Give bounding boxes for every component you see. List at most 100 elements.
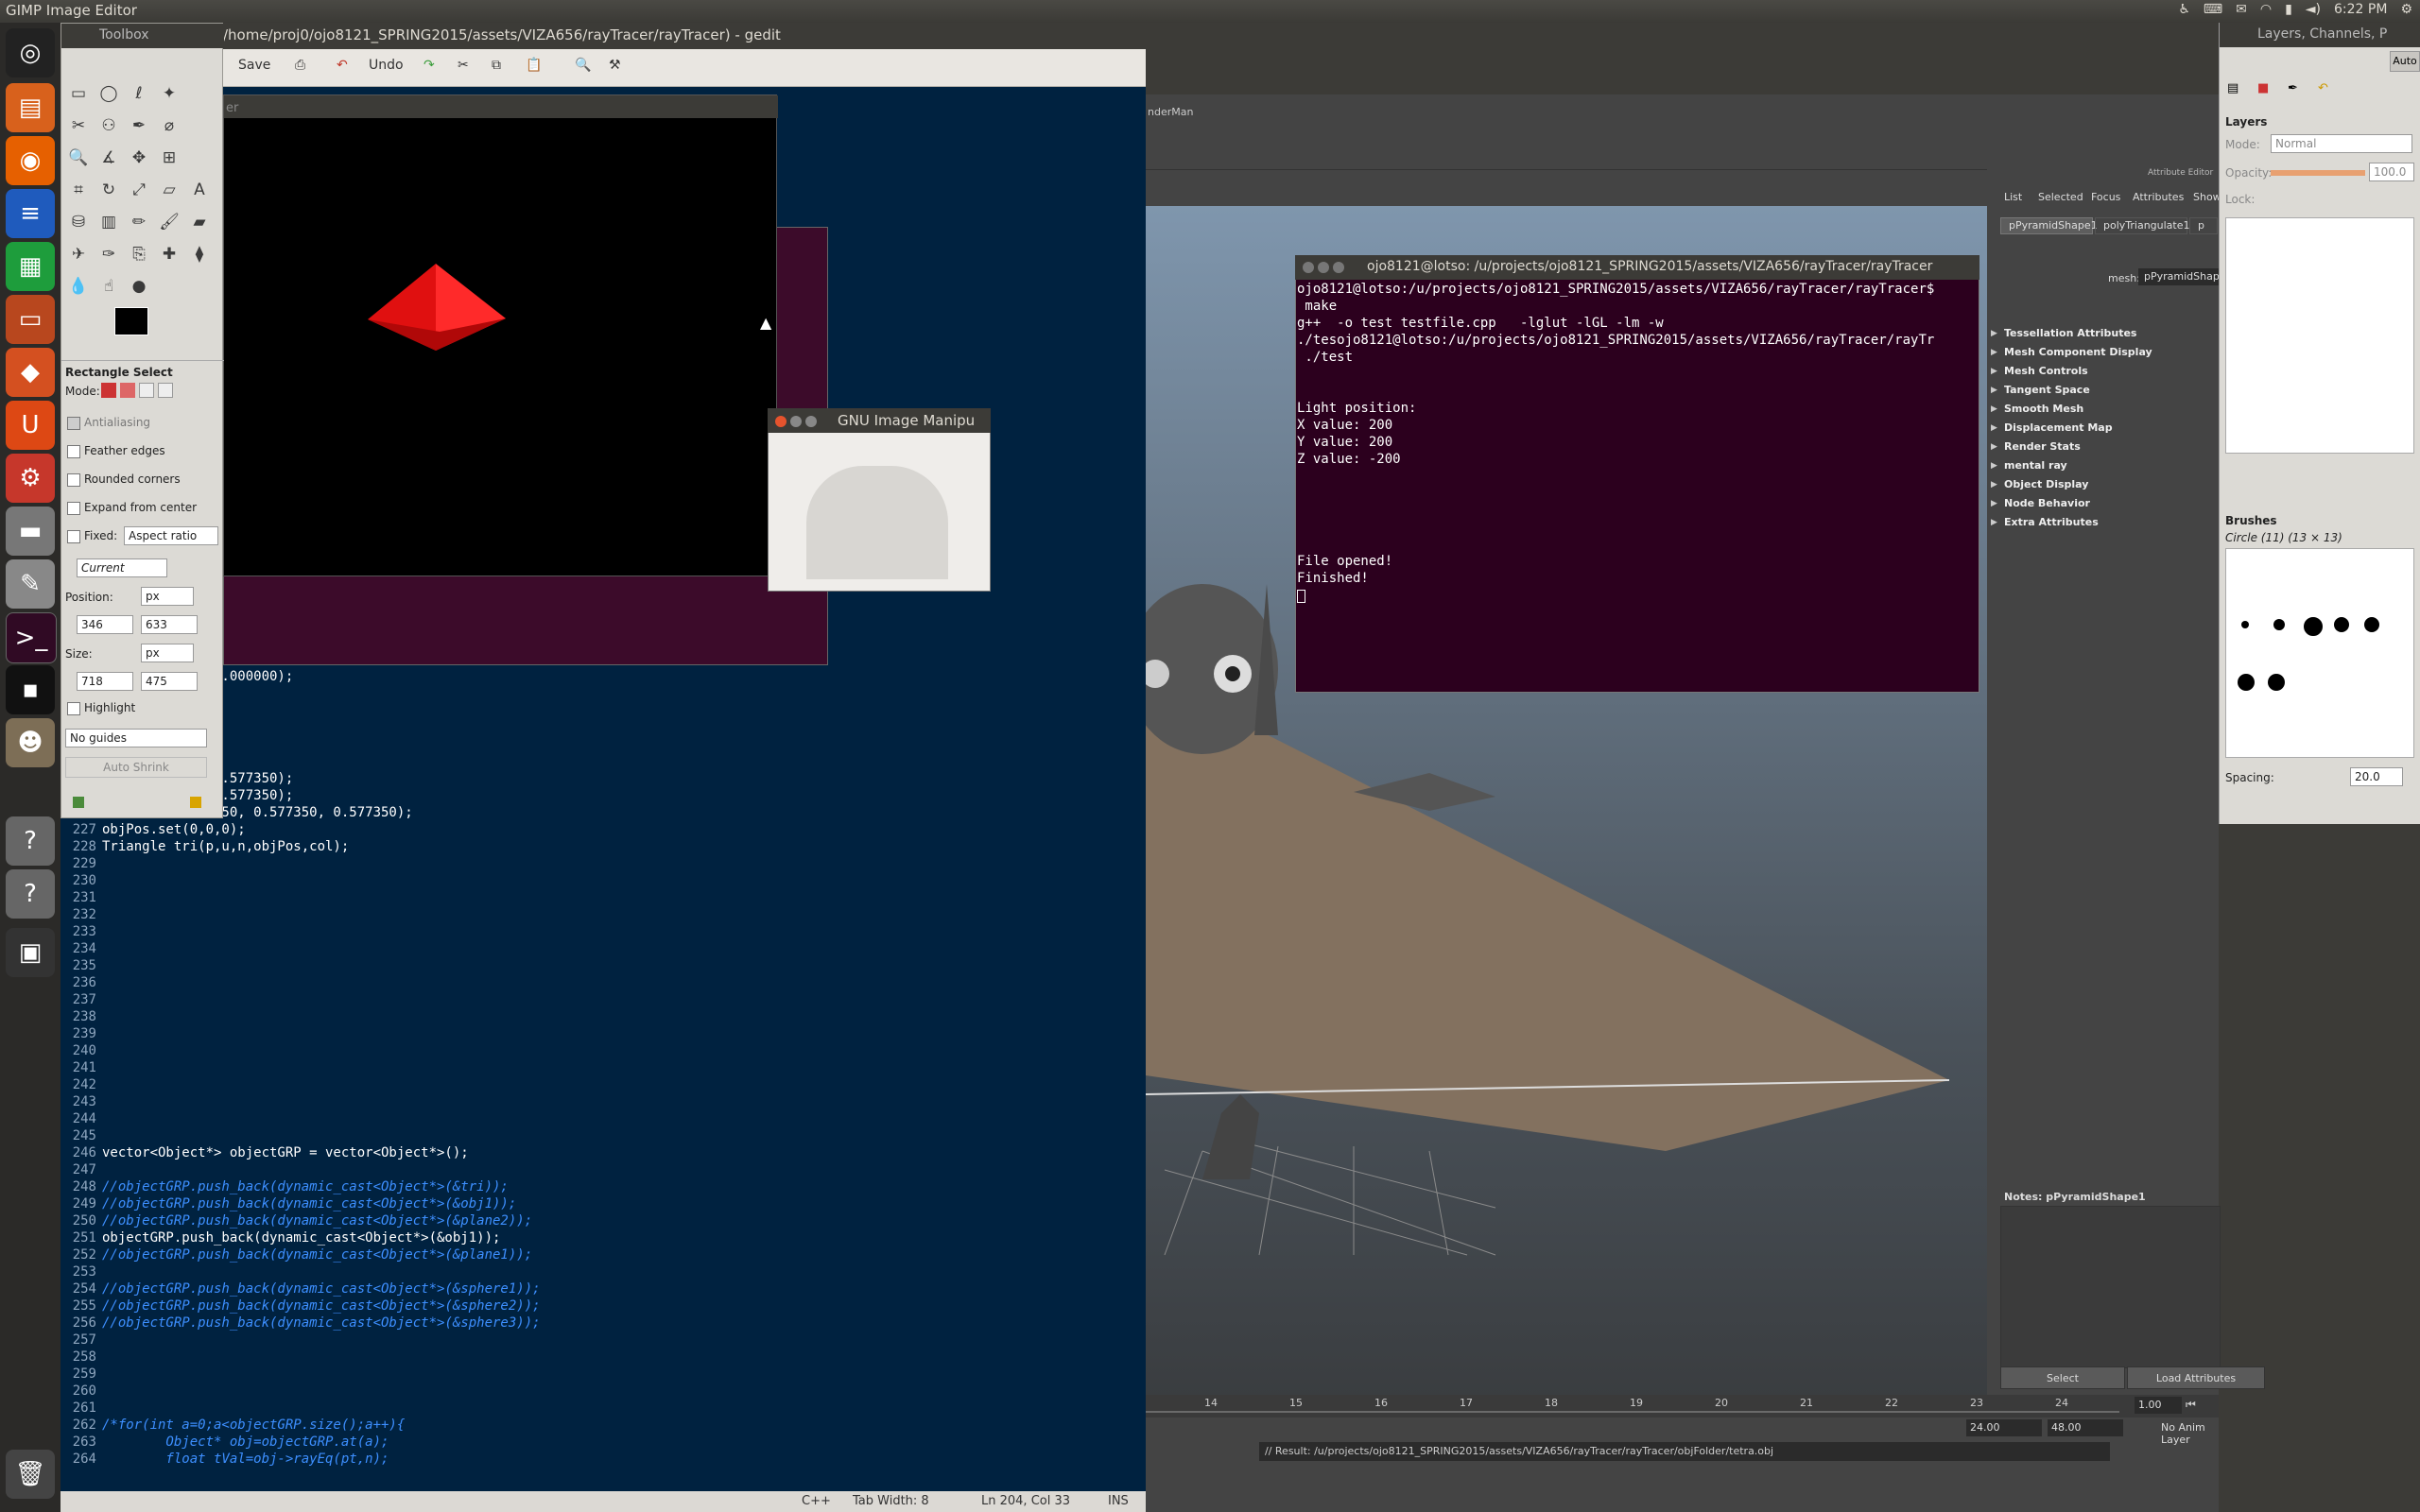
- files-icon[interactable]: ▤: [6, 83, 55, 132]
- text-editor-icon[interactable]: ✎: [6, 559, 55, 609]
- workspace-icon[interactable]: ▪: [6, 665, 55, 714]
- gradient-icon[interactable]: ▥: [95, 209, 122, 235]
- section-smooth-mesh[interactable]: Smooth Mesh: [1991, 403, 2083, 420]
- foreground-color[interactable]: [114, 307, 148, 335]
- save-preset-icon[interactable]: [73, 797, 84, 808]
- unknown-app-icon[interactable]: ?: [6, 869, 55, 919]
- language-selector[interactable]: C++: [802, 1494, 831, 1508]
- section-tangent-space[interactable]: Tangent Space: [1991, 384, 2090, 401]
- gear-icon[interactable]: ⚙: [2400, 2, 2412, 17]
- terminal-icon[interactable]: >_: [6, 612, 57, 663]
- scale-icon[interactable]: ⤢: [126, 177, 152, 203]
- smudge-icon[interactable]: ☝: [95, 273, 122, 300]
- paintbrush-icon[interactable]: 🖌: [156, 209, 182, 235]
- opacity-input[interactable]: 100.0: [2369, 163, 2414, 181]
- guides-select[interactable]: No guides: [65, 729, 207, 747]
- align-icon[interactable]: ⊞: [156, 145, 182, 171]
- ubuntu-one-icon[interactable]: U: [6, 401, 55, 450]
- attr-menu-attributes[interactable]: Attributes: [2133, 191, 2184, 203]
- position-unit-select[interactable]: px: [141, 587, 194, 606]
- keyboard-icon[interactable]: ⌨: [2204, 2, 2222, 17]
- move-icon[interactable]: ✥: [126, 145, 152, 171]
- select-button[interactable]: Select: [2000, 1366, 2125, 1389]
- anim-layer-select[interactable]: No Anim Layer: [2161, 1421, 2219, 1446]
- maximize-icon[interactable]: [805, 416, 817, 427]
- save-button[interactable]: Save: [238, 58, 270, 73]
- blur-icon[interactable]: 💧: [65, 273, 92, 300]
- reset-icon[interactable]: [190, 797, 201, 808]
- maximize-icon[interactable]: [1333, 262, 1344, 273]
- accessibility-icon[interactable]: ♿: [2178, 2, 2190, 17]
- code-editor[interactable]: 34, -1.205467, 0.000000);00, 1.205467, 0…: [60, 652, 1146, 1493]
- shear-icon[interactable]: ▱: [156, 177, 182, 203]
- crop-icon[interactable]: ⌗: [65, 177, 92, 203]
- attr-menu-selected[interactable]: Selected: [2038, 191, 2083, 203]
- software-center-icon[interactable]: ◆: [6, 348, 55, 397]
- impress-icon[interactable]: ▭: [6, 295, 55, 344]
- shelf-tab[interactable]: nderMan: [1148, 106, 1193, 118]
- highlight-checkbox[interactable]: [67, 702, 80, 715]
- workspace-switcher-icon[interactable]: ▣: [6, 928, 55, 977]
- volume-icon[interactable]: ◄): [2306, 2, 2321, 17]
- brushes-grid[interactable]: [2225, 548, 2414, 758]
- battery-icon[interactable]: ▮: [2285, 2, 2292, 17]
- rect-select-icon[interactable]: ▭: [65, 80, 92, 107]
- expand-checkbox[interactable]: [67, 502, 80, 515]
- tab-pPyramidShape1[interactable]: pPyramidShape1: [2000, 217, 2098, 234]
- section-render-stats[interactable]: Render Stats: [1991, 440, 2081, 457]
- writer-icon[interactable]: ≡: [6, 189, 55, 238]
- close-icon[interactable]: [775, 416, 786, 427]
- current-frame-field[interactable]: 1.00: [2135, 1397, 2182, 1414]
- ink-icon[interactable]: ✑: [95, 241, 122, 267]
- channels-tab-icon[interactable]: ■: [2257, 81, 2278, 102]
- position-y-input[interactable]: 633: [141, 615, 198, 634]
- replace-mode-icon[interactable]: [101, 383, 116, 398]
- layer-mode-select[interactable]: Normal: [2271, 134, 2412, 153]
- time-slider[interactable]: 14 15 16 17 18 19 20 21 22 23 24 1.00 ⏮: [1146, 1395, 2219, 1418]
- add-mode-icon[interactable]: [120, 383, 135, 398]
- tab-width-selector[interactable]: Tab Width: 8: [853, 1494, 929, 1508]
- heal-icon[interactable]: ✚: [156, 241, 182, 267]
- section-mesh-controls[interactable]: Mesh Controls: [1991, 365, 2088, 382]
- size-unit-select[interactable]: px: [141, 644, 194, 662]
- size-w-input[interactable]: 718: [77, 672, 133, 691]
- size-h-input[interactable]: 475: [141, 672, 198, 691]
- redo-icon[interactable]: ↷: [424, 58, 435, 73]
- auto-shrink-button[interactable]: Auto Shrink: [65, 757, 207, 778]
- section-mental-ray[interactable]: mental ray: [1991, 459, 2067, 476]
- antialiasing-checkbox[interactable]: [67, 417, 80, 430]
- mesh-name-field[interactable]: pPyramidShape1: [2138, 268, 2233, 285]
- paths-tab-icon[interactable]: ✒: [2288, 81, 2308, 102]
- bucket-fill-icon[interactable]: ⛁: [65, 209, 92, 235]
- notes-field[interactable]: [2000, 1206, 2221, 1368]
- section-displacement-map[interactable]: Displacement Map: [1991, 421, 2113, 438]
- minimize-icon[interactable]: [790, 416, 802, 427]
- gimp-icon[interactable]: ☻: [6, 718, 55, 767]
- foreground-select-icon[interactable]: ⚇: [95, 112, 122, 139]
- intersect-mode-icon[interactable]: [158, 383, 173, 398]
- fuzzy-select-icon[interactable]: ✦: [156, 80, 182, 107]
- rotate-icon[interactable]: ↻: [95, 177, 122, 203]
- section-object-display[interactable]: Object Display: [1991, 478, 2088, 495]
- attr-menu-list[interactable]: List: [2004, 191, 2022, 203]
- section-node-behavior[interactable]: Node Behavior: [1991, 497, 2090, 514]
- undo-button[interactable]: Undo: [369, 58, 404, 73]
- mail-icon[interactable]: ✉: [2236, 2, 2247, 17]
- opacity-slider[interactable]: [2271, 170, 2365, 176]
- cut-icon[interactable]: ✂: [458, 58, 469, 73]
- dodge-icon[interactable]: ●: [126, 273, 152, 300]
- terminal-output[interactable]: ojo8121@lotso:/u/projects/ojo8121_SPRING…: [1297, 282, 1978, 688]
- lasso-icon[interactable]: ℓ: [126, 80, 152, 107]
- rounded-checkbox[interactable]: [67, 473, 80, 487]
- paste-icon[interactable]: 📋: [526, 58, 542, 73]
- fixed-checkbox[interactable]: [67, 530, 80, 543]
- range-start-field[interactable]: 24.00: [1966, 1419, 2042, 1436]
- wifi-icon[interactable]: ◠: [2260, 2, 2272, 17]
- unknown-app-icon[interactable]: ?: [6, 816, 55, 866]
- section-tessellation[interactable]: Tessellation Attributes: [1991, 327, 2137, 344]
- clock[interactable]: 6:22 PM: [2334, 2, 2387, 17]
- current-field[interactable]: Current: [77, 558, 167, 577]
- trash-icon[interactable]: 🗑: [6, 1450, 55, 1499]
- settings-icon[interactable]: ⚙: [6, 454, 55, 503]
- text-icon[interactable]: A: [186, 177, 213, 203]
